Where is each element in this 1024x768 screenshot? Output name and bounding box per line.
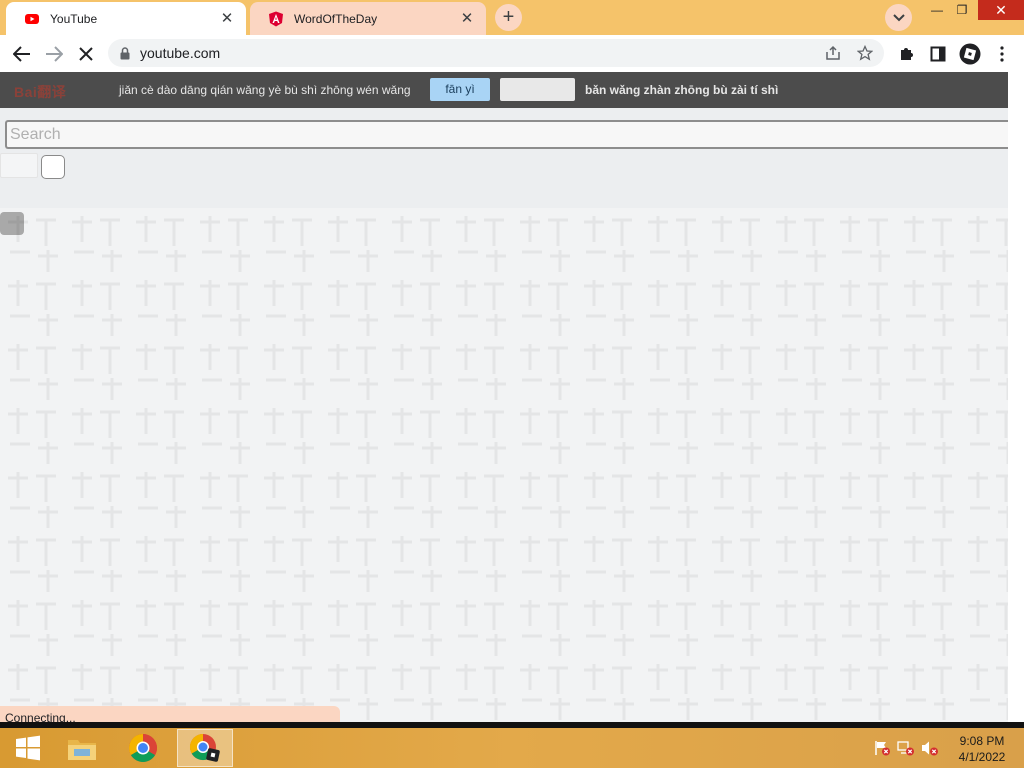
tab-strip: YouTube ✕ WordOfTheDay ✕ + — ❐ ✕ <box>0 0 1024 35</box>
chevron-down-icon <box>892 13 905 21</box>
tab-search-button[interactable] <box>885 4 912 31</box>
youtube-icon <box>24 11 40 27</box>
network-icon[interactable] <box>897 740 915 756</box>
profile-avatar-icon[interactable] <box>957 41 983 67</box>
arrow-right-icon <box>46 46 63 62</box>
system-clock[interactable]: 9:08 PM 4/1/2022 <box>952 733 1012 765</box>
side-panel-icon[interactable] <box>925 41 951 67</box>
baidu-translate-logo: Bai翻译 <box>14 84 67 100</box>
arrow-left-icon <box>13 46 30 62</box>
back-button[interactable] <box>8 40 36 68</box>
translate-button[interactable]: fān yì <box>430 78 490 101</box>
tab-title: YouTube <box>50 11 98 26</box>
windows-start-icon[interactable] <box>0 729 56 767</box>
translate-bar: Bai翻译 jiǎn cè dào dāng qián wǎng yè bù s… <box>0 72 1008 108</box>
close-window-button[interactable]: ✕ <box>978 0 1024 20</box>
url-text: youtube.com <box>140 45 221 61</box>
chrome-roblox-icon[interactable] <box>177 729 233 767</box>
clock-time: 9:08 PM <box>959 734 1005 748</box>
dismiss-translate-button[interactable] <box>500 78 575 101</box>
close-icon <box>79 47 93 61</box>
volume-muted-icon[interactable] <box>921 740 939 756</box>
plus-icon: + <box>502 6 515 28</box>
extensions-icon[interactable] <box>893 41 919 67</box>
new-tab-button[interactable]: + <box>495 4 522 31</box>
scrollbar-track[interactable] <box>1008 72 1024 722</box>
share-icon[interactable] <box>824 44 842 62</box>
lock-icon <box>120 46 130 59</box>
angular-icon <box>268 11 284 27</box>
star-icon[interactable] <box>856 44 874 62</box>
checkbox[interactable] <box>41 155 65 179</box>
background-pattern <box>0 212 1008 722</box>
page-content: Bai翻译 jiǎn cè dào dāng qián wǎng yè bù s… <box>0 72 1008 722</box>
tab-wordoftheday[interactable]: WordOfTheDay ✕ <box>250 2 486 35</box>
address-bar[interactable]: youtube.com <box>108 39 884 67</box>
flag-notification-icon[interactable] <box>873 740 891 756</box>
browser-toolbar: youtube.com <box>0 35 1024 72</box>
forward-button[interactable] <box>40 40 68 68</box>
stop-loading-button[interactable] <box>72 40 100 68</box>
close-tab-icon[interactable]: ✕ <box>458 10 476 28</box>
search-button[interactable] <box>0 153 38 178</box>
restore-button[interactable]: ❐ <box>945 0 979 20</box>
search-input[interactable] <box>5 120 1008 149</box>
more-menu-icon[interactable] <box>989 41 1015 67</box>
tab-youtube[interactable]: YouTube ✕ <box>6 2 246 35</box>
file-explorer-icon[interactable] <box>54 729 110 767</box>
never-translate-text[interactable]: bǎn wǎng zhàn zhōng bù zài tí shì <box>585 83 778 97</box>
close-tab-icon[interactable]: ✕ <box>218 10 236 28</box>
windows-taskbar: 9:08 PM 4/1/2022 <box>0 728 1024 768</box>
translate-prompt-text: jiǎn cè dào dāng qián wǎng yè bù shì zhō… <box>119 83 411 97</box>
tab-title: WordOfTheDay <box>294 11 378 26</box>
chrome-icon[interactable] <box>115 729 171 767</box>
clock-date: 4/1/2022 <box>958 750 1006 764</box>
